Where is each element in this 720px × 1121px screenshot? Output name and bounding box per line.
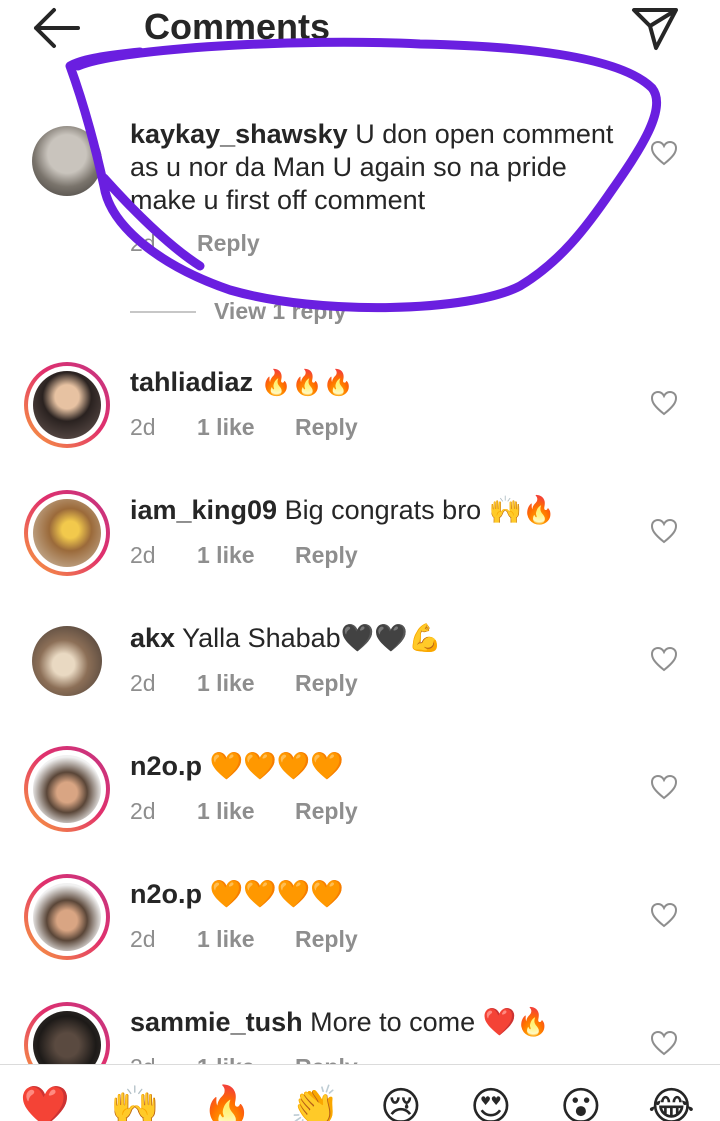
comment-item: sammie_tush More to come ❤️🔥 2d 1 like R… <box>0 1002 720 1064</box>
comment-item: kaykay_shawsky U don open comment as u n… <box>0 110 720 256</box>
reply-button[interactable]: Reply <box>197 228 260 258</box>
comment-age: 2d <box>130 542 156 568</box>
heart-icon[interactable] <box>650 902 678 928</box>
heart-icon[interactable] <box>650 1030 678 1056</box>
avatar[interactable] <box>24 618 110 704</box>
emoji-surprised-button[interactable]: 😮 <box>560 1079 602 1121</box>
emoji-clap-button[interactable]: 👏 <box>290 1079 340 1121</box>
emoji-heart-eyes-button[interactable]: 😍 <box>470 1079 512 1121</box>
comment-age: 2d <box>130 798 156 824</box>
arrow-left-icon[interactable] <box>30 6 82 50</box>
heart-icon[interactable] <box>650 390 678 416</box>
avatar[interactable] <box>24 874 110 960</box>
avatar[interactable] <box>24 746 110 832</box>
avatar[interactable] <box>24 362 110 448</box>
comment-item: akx Yalla Shabab🖤🖤💪 2d 1 like Reply <box>0 618 720 718</box>
avatar[interactable] <box>24 1002 110 1064</box>
comment-item: iam_king09 Big congrats bro 🙌🔥 2d 1 like… <box>0 490 720 590</box>
emoji-raised-hands-button[interactable]: 🙌 <box>110 1079 160 1121</box>
comment-text: akx Yalla Shabab🖤🖤💪 <box>130 622 630 655</box>
comment-item: n2o.p 🧡🧡🧡🧡 2d 1 like Reply <box>0 874 720 974</box>
reply-button[interactable]: Reply <box>295 1052 358 1064</box>
header: Comments <box>0 0 720 56</box>
comment-username[interactable]: n2o.p <box>130 751 202 781</box>
likes-count[interactable]: 1 like <box>197 796 255 826</box>
comment-age: 2d <box>130 670 156 696</box>
comment-body: 🔥🔥🔥 <box>260 368 354 397</box>
comment-text: kaykay_shawsky U don open comment as u n… <box>130 118 630 217</box>
comment-age: 2d <box>130 230 156 256</box>
page-title: Comments <box>144 6 331 47</box>
comment-text: n2o.p 🧡🧡🧡🧡 <box>130 750 630 783</box>
comment-username[interactable]: kaykay_shawsky <box>130 119 348 149</box>
comment-username[interactable]: iam_king09 <box>130 495 277 525</box>
comment-text: tahliadiaz 🔥🔥🔥 <box>130 366 630 399</box>
avatar[interactable] <box>24 490 110 576</box>
likes-count[interactable]: 1 like <box>197 540 255 570</box>
emoji-heart-button[interactable]: ❤️ <box>20 1079 70 1121</box>
comment-body: Yalla Shabab🖤🖤💪 <box>182 623 442 653</box>
heart-icon[interactable] <box>650 518 678 544</box>
view-replies-label[interactable]: View 1 reply <box>214 296 347 326</box>
emoji-laughing-button[interactable]: 😂 <box>648 1079 695 1121</box>
reply-button[interactable]: Reply <box>295 540 358 570</box>
comment-text: n2o.p 🧡🧡🧡🧡 <box>130 878 630 911</box>
likes-count[interactable]: 1 like <box>197 412 255 442</box>
comment-item: n2o.p 🧡🧡🧡🧡 2d 1 like Reply <box>0 746 720 846</box>
likes-count[interactable]: 1 like <box>197 668 255 698</box>
comment-text: sammie_tush More to come ❤️🔥 <box>130 1006 630 1039</box>
reply-button[interactable]: Reply <box>295 668 358 698</box>
comment-body: Big congrats bro 🙌🔥 <box>284 495 556 525</box>
divider <box>130 311 196 313</box>
comment-text: iam_king09 Big congrats bro 🙌🔥 <box>130 494 630 527</box>
comment-username[interactable]: akx <box>130 623 175 653</box>
comment-body: More to come ❤️🔥 <box>310 1007 550 1037</box>
reply-button[interactable]: Reply <box>295 796 358 826</box>
comment-age: 2d <box>130 1052 156 1064</box>
comment-body: 🧡🧡🧡🧡 <box>209 751 344 781</box>
reply-button[interactable]: Reply <box>295 412 358 442</box>
comment-username[interactable]: n2o.p <box>130 879 202 909</box>
emoji-crying-button[interactable]: 😢 <box>380 1079 422 1121</box>
heart-icon[interactable] <box>650 774 678 800</box>
emoji-fire-button[interactable]: 🔥 <box>202 1079 252 1121</box>
comment-age: 2d <box>130 926 156 952</box>
comment-age: 2d <box>130 414 156 440</box>
paper-plane-icon[interactable] <box>630 4 680 52</box>
comment-item: tahliadiaz 🔥🔥🔥 2d 1 like Reply <box>0 362 720 462</box>
likes-count[interactable]: 1 like <box>197 924 255 954</box>
comment-username[interactable]: tahliadiaz <box>130 367 253 397</box>
heart-icon[interactable] <box>650 646 678 672</box>
likes-count[interactable]: 1 like <box>197 1052 255 1064</box>
avatar[interactable] <box>24 118 110 204</box>
comment-username[interactable]: sammie_tush <box>130 1007 303 1037</box>
comment-body: 🧡🧡🧡🧡 <box>209 879 344 909</box>
emoji-reaction-bar: ❤️ 🙌 🔥 👏 😢 😍 😮 😂 <box>0 1064 720 1121</box>
reply-button[interactable]: Reply <box>295 924 358 954</box>
heart-icon[interactable] <box>650 140 678 166</box>
